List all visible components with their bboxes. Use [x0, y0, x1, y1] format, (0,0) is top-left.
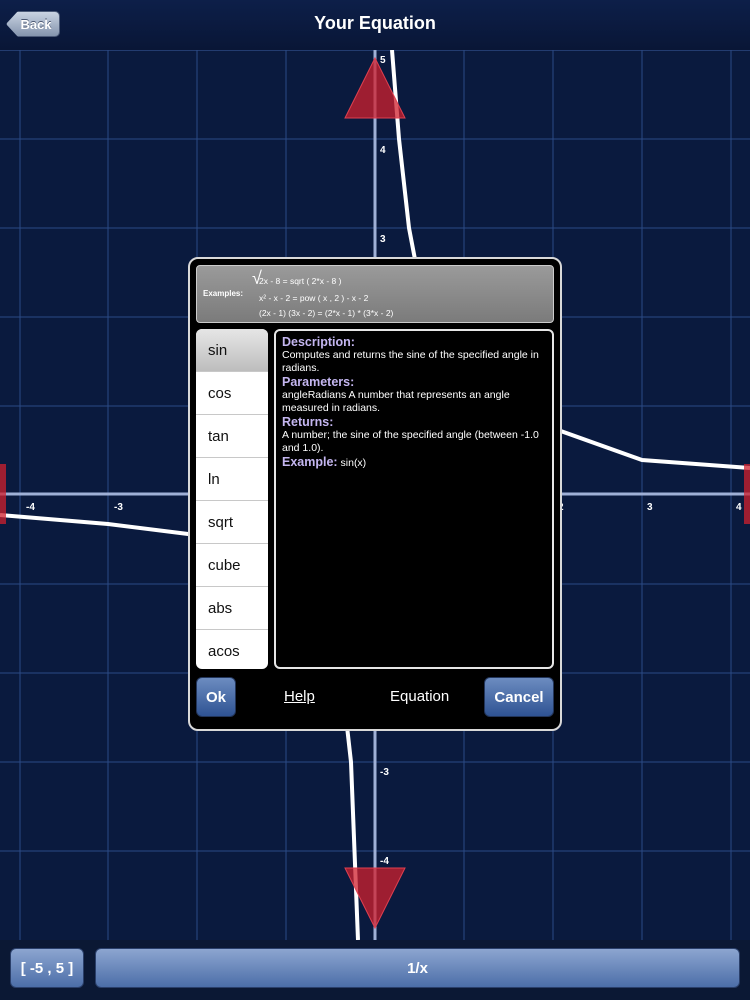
- range-button[interactable]: [ -5 , 5 ]: [10, 948, 84, 988]
- examples-label: Examples:: [203, 289, 244, 298]
- help-link[interactable]: Help: [284, 688, 315, 705]
- example-line: 2x - 8 = sqrt ( 2*x - 8 ): [259, 276, 342, 286]
- examples-panel: Examples: √ 2x - 8 = sqrt ( 2*x - 8 ) x²…: [196, 265, 554, 323]
- function-item-tan[interactable]: tan: [196, 415, 268, 458]
- function-item-acos[interactable]: acos: [196, 630, 268, 669]
- example-text: sin(x): [340, 457, 367, 469]
- nav-bar: Back Your Equation: [0, 0, 750, 51]
- x-tick-label: -4: [26, 502, 35, 513]
- returns-heading: Returns:: [282, 415, 334, 429]
- parameters-text: angleRadians A number that represents an…: [282, 389, 510, 414]
- example-line: (2x - 1) (3x - 2) = (2*x - 1) * (3*x - 2…: [259, 308, 394, 318]
- cancel-button[interactable]: Cancel: [484, 677, 554, 717]
- y-tick-label: 3: [380, 234, 386, 245]
- function-help-dialog: Examples: √ 2x - 8 = sqrt ( 2*x - 8 ) x²…: [188, 257, 562, 731]
- y-tick-label: -4: [380, 856, 389, 867]
- page-title: Your Equation: [314, 13, 436, 33]
- function-list[interactable]: sin cos tan ln sqrt cube abs acos: [196, 329, 268, 669]
- returns-text: A number; the sine of the specified angl…: [282, 429, 539, 454]
- function-item-sqrt[interactable]: sqrt: [196, 501, 268, 544]
- x-tick-label: 4: [736, 502, 742, 513]
- function-item-abs[interactable]: abs: [196, 587, 268, 630]
- description-heading: Description:: [282, 335, 355, 349]
- x-tick-label: -3: [114, 502, 123, 513]
- y-tick-label: 5: [380, 55, 386, 66]
- x-tick-label: 3: [647, 502, 653, 513]
- function-item-sin[interactable]: sin: [196, 329, 268, 372]
- scroll-left-arrow-icon[interactable]: [0, 464, 6, 524]
- function-item-cube[interactable]: cube: [196, 544, 268, 587]
- y-tick-label: 4: [380, 145, 386, 156]
- description-panel: Description: Computes and returns the si…: [274, 329, 554, 669]
- bottom-toolbar: [ -5 , 5 ] 1/x: [0, 940, 750, 1000]
- function-item-cos[interactable]: cos: [196, 372, 268, 415]
- parameters-heading: Parameters:: [282, 375, 355, 389]
- scroll-down-arrow-icon[interactable]: [344, 867, 406, 930]
- description-text: Computes and returns the sine of the spe…: [282, 349, 539, 374]
- ok-button[interactable]: Ok: [196, 677, 236, 717]
- example-heading: Example:: [282, 455, 338, 469]
- example-line: x² - x - 2 = pow ( x , 2 ) - x - 2: [259, 293, 369, 303]
- function-item-ln[interactable]: ln: [196, 458, 268, 501]
- equation-button[interactable]: 1/x: [95, 948, 740, 988]
- scroll-right-arrow-icon[interactable]: [744, 464, 750, 524]
- y-tick-label: -3: [380, 767, 389, 778]
- equation-label: Equation: [390, 688, 450, 705]
